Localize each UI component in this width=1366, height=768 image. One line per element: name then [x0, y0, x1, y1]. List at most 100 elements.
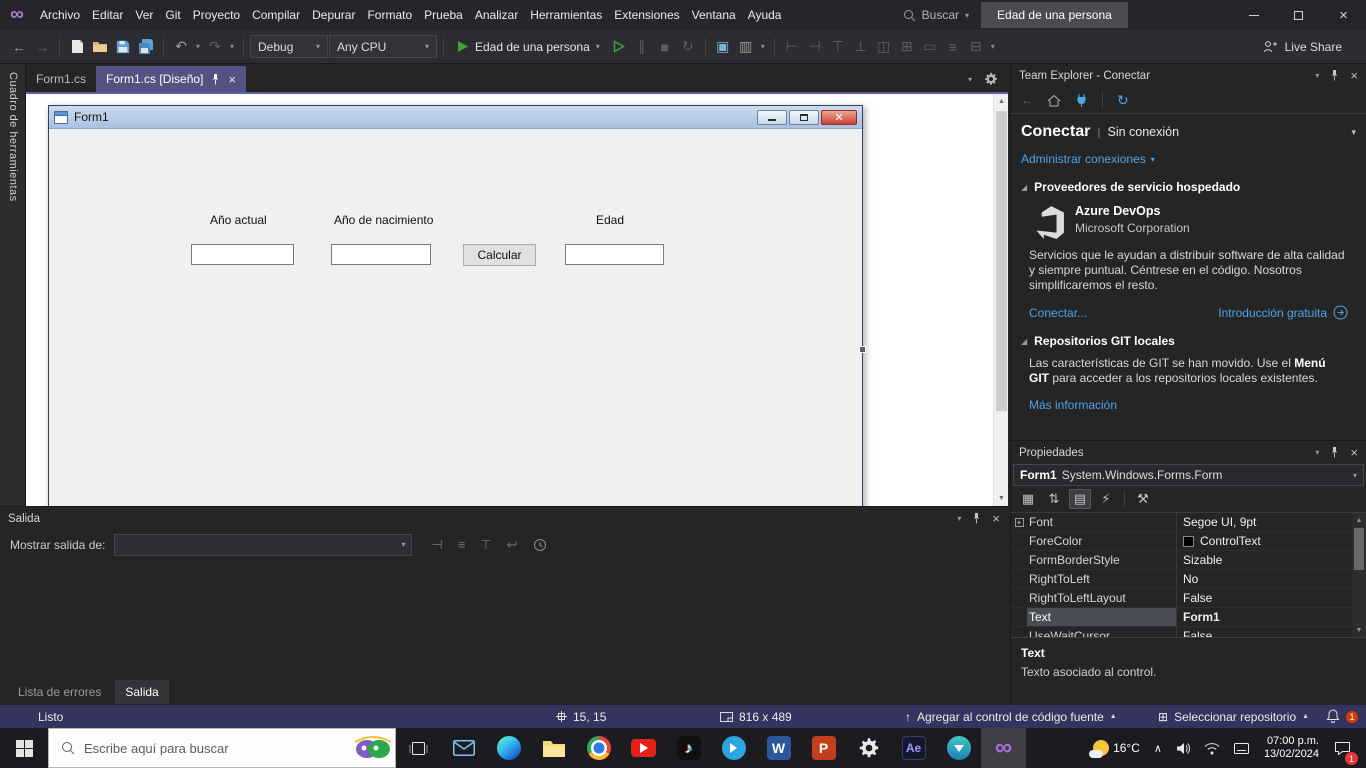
active-files-dropdown[interactable]: ▾: [968, 75, 972, 84]
scroll-down-icon[interactable]: ▼: [994, 491, 1008, 506]
solution-platform-dropdown[interactable]: Any CPU▾: [329, 35, 437, 58]
chevron-down-icon[interactable]: ▾: [1351, 127, 1356, 138]
form-resize-handle[interactable]: [859, 346, 866, 353]
pin-icon[interactable]: [1330, 447, 1339, 458]
events-view-button[interactable]: ⚡: [1095, 489, 1117, 509]
break-all-button[interactable]: ∥: [631, 35, 653, 59]
network-button[interactable]: [1197, 728, 1227, 768]
chrome-app-button[interactable]: [576, 728, 621, 768]
weather-widget[interactable]: 16°C: [1086, 728, 1147, 768]
pin-icon[interactable]: [972, 513, 981, 524]
back-icon[interactable]: ←: [1021, 93, 1033, 107]
menu-git[interactable]: Git: [159, 0, 186, 30]
start-without-debugging-button[interactable]: [608, 35, 630, 59]
pin-icon[interactable]: [1330, 70, 1339, 81]
start-button[interactable]: [0, 728, 48, 768]
align-rights-button[interactable]: ⊣: [804, 35, 826, 59]
layout-toolbar-overflow[interactable]: ▾: [988, 35, 998, 59]
close-button[interactable]: ×: [1321, 0, 1366, 30]
keyboard-button[interactable]: [1227, 728, 1256, 768]
pin-icon[interactable]: [211, 74, 220, 85]
new-file-button[interactable]: [66, 35, 88, 59]
stop-debugging-button[interactable]: ■: [654, 35, 676, 59]
align-tops-button[interactable]: ⊤: [827, 35, 849, 59]
find-in-files-button[interactable]: ▣: [712, 35, 734, 59]
property-value[interactable]: False: [1177, 589, 1352, 607]
property-pages-button[interactable]: ⚒: [1132, 489, 1154, 509]
property-value[interactable]: Sizable: [1177, 551, 1352, 569]
menu-compilar[interactable]: Compilar: [246, 0, 306, 30]
forms-designer-canvas[interactable]: Form1 ✕ Año actual Año de nacimiento Eda…: [26, 94, 1008, 506]
select-repository-button[interactable]: ⊞ Seleccionar repositorio ▲: [1158, 705, 1309, 728]
tiktok-app-button[interactable]: ♪: [666, 728, 711, 768]
navigate-back-button[interactable]: ←: [8, 35, 30, 59]
vs-installer-app-button[interactable]: [936, 728, 981, 768]
goto-message-icon[interactable]: ⊣: [431, 537, 442, 553]
navigate-forward-button[interactable]: →: [31, 35, 53, 59]
previous-message-icon[interactable]: ≡: [458, 537, 466, 552]
edge-app-button[interactable]: [486, 728, 531, 768]
textbox-edad[interactable]: [565, 244, 664, 265]
menu-herramientas[interactable]: Herramientas: [524, 0, 608, 30]
taskbar-search-box[interactable]: Escribe aquí para buscar: [48, 728, 396, 768]
property-value[interactable]: False: [1177, 627, 1352, 637]
scroll-up-icon[interactable]: ▲: [994, 94, 1008, 109]
calcular-button[interactable]: Calcular: [463, 244, 536, 266]
designed-form[interactable]: Form1 ✕ Año actual Año de nacimiento Eda…: [48, 105, 863, 506]
textbox-anio-actual[interactable]: [191, 244, 294, 265]
quick-search-box[interactable]: Buscar ▾: [891, 8, 981, 22]
scrollbar-thumb[interactable]: [996, 111, 1007, 411]
connections-plug-icon[interactable]: [1075, 93, 1088, 107]
menu-ventana[interactable]: Ventana: [686, 0, 742, 30]
scrollbar-thumb[interactable]: [1354, 528, 1364, 570]
undo-dropdown[interactable]: ▾: [193, 35, 203, 59]
property-row-righttoleftlayout[interactable]: RightToLeftLayout False: [1011, 589, 1352, 608]
save-all-button[interactable]: [135, 35, 157, 59]
redo-button[interactable]: ↷: [204, 35, 226, 59]
team-explorer-header[interactable]: Team Explorer - Conectar ▾ ×: [1011, 64, 1366, 87]
open-file-button[interactable]: [89, 35, 111, 59]
menu-editar[interactable]: Editar: [86, 0, 129, 30]
save-button[interactable]: [112, 35, 134, 59]
task-view-button[interactable]: [396, 728, 441, 768]
property-value[interactable]: Form1: [1177, 608, 1352, 626]
search-highlight-mask-icon[interactable]: [353, 735, 395, 761]
align-centers-button[interactable]: ◫: [873, 35, 895, 59]
designer-vertical-scrollbar[interactable]: ▲ ▼: [993, 94, 1008, 506]
window-position-dropdown[interactable]: ▾: [1315, 71, 1319, 80]
solution-configuration-dropdown[interactable]: Debug▾: [250, 35, 328, 58]
categorized-view-button[interactable]: ▦: [1017, 489, 1039, 509]
tab-lista-de-errores[interactable]: Lista de errores: [8, 680, 111, 704]
start-debugging-button[interactable]: Edad de una persona ▾: [450, 40, 607, 54]
textbox-anio-nacimiento[interactable]: [331, 244, 431, 265]
powerpoint-app-button[interactable]: P: [801, 728, 846, 768]
close-icon[interactable]: ×: [1350, 68, 1358, 83]
property-row-righttoleft[interactable]: RightToLeft No: [1011, 570, 1352, 589]
vertical-spacing-button[interactable]: ⊟: [965, 35, 987, 59]
property-row-text[interactable]: Text Form1: [1011, 608, 1352, 627]
menu-extensiones[interactable]: Extensiones: [608, 0, 685, 30]
visual-studio-app-button[interactable]: ∞: [981, 728, 1026, 768]
conectar-link[interactable]: Conectar...: [1029, 306, 1087, 320]
align-bottoms-button[interactable]: ⊥: [850, 35, 872, 59]
property-row-usewaitcursor[interactable]: UseWaitCursor False: [1011, 627, 1352, 637]
clear-all-icon[interactable]: ⊤: [480, 537, 491, 553]
properties-scrollbar[interactable]: ▲ ▼: [1352, 513, 1366, 637]
after-effects-app-button[interactable]: Ae: [891, 728, 936, 768]
label-edad[interactable]: Edad: [596, 213, 624, 227]
property-row-forecolor[interactable]: ForeColor ControlText: [1011, 532, 1352, 551]
git-repos-section-header[interactable]: ◢ Repositorios GIT locales: [1021, 334, 1356, 348]
movies-tv-app-button[interactable]: [711, 728, 756, 768]
redo-dropdown[interactable]: ▾: [227, 35, 237, 59]
live-share-button[interactable]: Live Share: [1263, 40, 1358, 54]
menu-formato[interactable]: Formato: [361, 0, 418, 30]
minimize-button[interactable]: [1231, 0, 1276, 30]
refresh-icon[interactable]: ↻: [1117, 92, 1129, 109]
make-same-width-button[interactable]: ▭: [919, 35, 941, 59]
tab-salida[interactable]: Salida: [115, 680, 168, 704]
home-icon[interactable]: [1047, 94, 1061, 107]
menu-analizar[interactable]: Analizar: [469, 0, 524, 30]
menu-prueba[interactable]: Prueba: [418, 0, 469, 30]
mail-app-button[interactable]: [441, 728, 486, 768]
settings-app-button[interactable]: [846, 728, 891, 768]
